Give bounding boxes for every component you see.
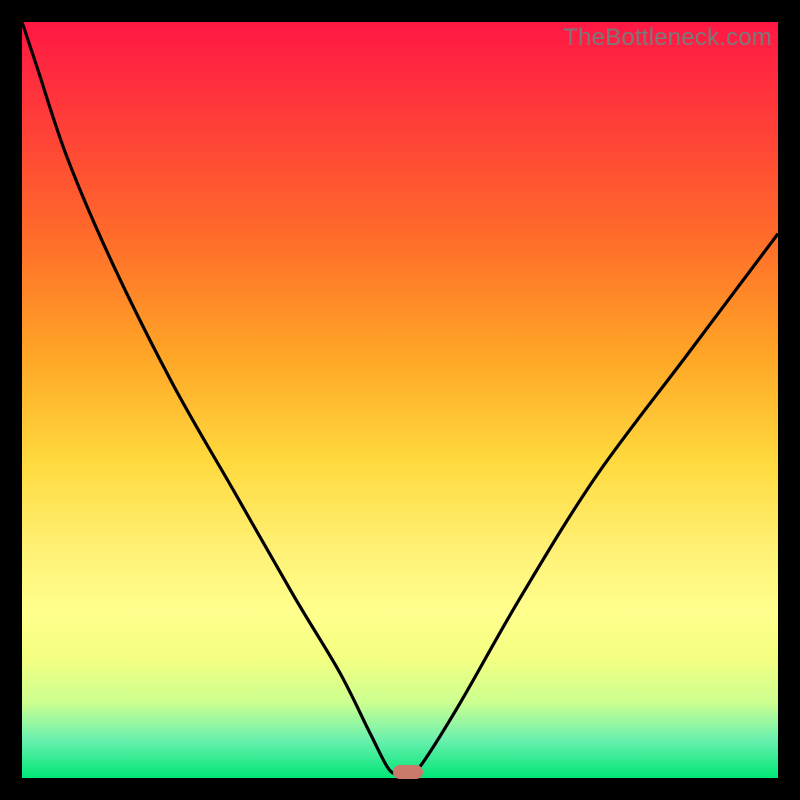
chart-frame: TheBottleneck.com (0, 0, 800, 800)
bottleneck-curve (22, 22, 778, 778)
optimal-marker (393, 765, 423, 779)
plot-area: TheBottleneck.com (22, 22, 778, 778)
curve-path (22, 22, 778, 774)
